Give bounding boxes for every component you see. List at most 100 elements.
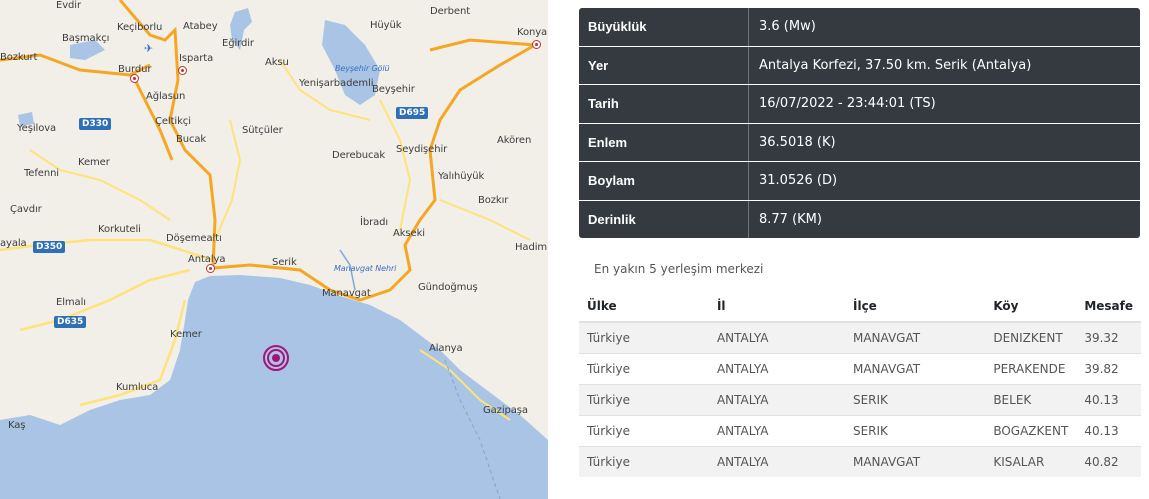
road-shield: D350 [33, 241, 66, 253]
cell-province: ANTALYA [708, 446, 845, 477]
table-row: Türkiye ANTALYA MANAVGAT DENIZKENT 39.32 [579, 321, 1141, 354]
info-row-depth: Derinlik 8.77 (KM) [579, 200, 1140, 238]
map-label: Gündoğmuş [418, 282, 478, 293]
map-canvas [0, 0, 548, 499]
cell-district: MANAVGAT [844, 446, 986, 477]
cell-country: Türkiye [579, 446, 709, 477]
map-label: Sütçüler [242, 125, 283, 136]
map-label: Konya [517, 27, 548, 38]
map-label: Seydişehir [396, 144, 448, 155]
map-label: Hadim [515, 242, 548, 253]
cell-province: ANTALYA [708, 321, 845, 354]
table-header-row: Ülke İl İlçe Köy Mesafe [579, 290, 1141, 323]
info-row-magnitude: Büyüklük 3.6 (Mw) [579, 8, 1140, 47]
map-label: Akören [497, 135, 532, 146]
info-value: 3.6 (Mw) [759, 19, 816, 35]
cell-district: MANAVGAT [844, 321, 986, 354]
map-label: Atabey [183, 21, 218, 32]
info-key: Büyüklük [579, 8, 749, 46]
column-header-district: İlçe [844, 290, 986, 323]
info-value: 16/07/2022 - 23:44:01 (TS) [759, 96, 936, 112]
cell-province: ANTALYA [708, 353, 845, 385]
cell-country: Türkiye [579, 353, 709, 385]
map-label: Beyşehir Gölü [335, 64, 390, 73]
map-label: Antalya [188, 254, 226, 265]
cell-distance: 40.82 [1076, 446, 1141, 477]
info-key: Enlem [579, 123, 749, 161]
info-row-location: Yer Antalya Korfezi, 37.50 km. Serik (An… [579, 46, 1140, 85]
map-label: Aksu [265, 57, 289, 68]
city-marker-icon [532, 40, 541, 49]
map-label: Ağlasun [146, 91, 186, 102]
map-label: Akseki [393, 228, 425, 239]
info-row-longitude: Boylam 31.0526 (D) [579, 162, 1140, 201]
epicenter-marker [263, 345, 289, 371]
cell-district: SERIK [844, 415, 986, 447]
info-row-date: Tarih 16/07/2022 - 23:44:01 (TS) [579, 85, 1140, 124]
map-label: Hüyük [370, 20, 402, 31]
cell-province: ANTALYA [708, 415, 845, 447]
nearest-settlements-title: En yakın 5 yerleşim merkezi [594, 262, 764, 276]
road-9 [439, 199, 531, 241]
cell-village: KISALAR [985, 446, 1077, 477]
road-4 [214, 119, 242, 241]
column-header-distance: Mesafe [1076, 290, 1141, 323]
map-label: Elmalı [56, 297, 86, 308]
map-label: Kaş [8, 420, 26, 431]
map-label: Korkuteli [98, 224, 141, 235]
city-marker-icon [130, 74, 139, 83]
map-label: Yeşilova [17, 123, 57, 134]
column-header-province: İl [708, 290, 845, 323]
road-shield: D635 [54, 316, 87, 328]
table-row: Türkiye ANTALYA SERIK BOGAZKENT 40.13 [579, 415, 1141, 447]
earthquake-map[interactable]: Evdir Keçiborlu Atabey Hüyük Derbent Kon… [0, 0, 548, 499]
info-key: Tarih [579, 85, 749, 123]
map-label: Eğirdir [222, 38, 254, 49]
map-label: Manavgat Nehri [334, 264, 397, 273]
cell-village: DENIZKENT [985, 321, 1077, 354]
map-label: Kemer [78, 157, 110, 168]
road-2 [19, 268, 191, 332]
column-header-village: Köy [985, 290, 1077, 323]
column-header-country: Ülke [579, 290, 709, 323]
info-key: Boylam [579, 162, 749, 200]
map-label: Kumluca [116, 382, 159, 393]
cell-distance: 39.32 [1076, 321, 1141, 354]
cell-country: Türkiye [579, 415, 709, 447]
map-label: ayala [0, 238, 27, 249]
cell-country: Türkiye [579, 321, 709, 354]
map-label: Çavdır [10, 204, 42, 215]
cell-province: ANTALYA [708, 384, 845, 416]
map-label: Başmakçı [62, 33, 110, 44]
cell-distance: 40.13 [1076, 384, 1141, 416]
earthquake-info-table: Büyüklük 3.6 (Mw) Yer Antalya Korfezi, 3… [579, 8, 1140, 238]
map-label: Beyşehir [372, 84, 415, 95]
city-marker-icon [178, 66, 187, 75]
table-row: Türkiye ANTALYA MANAVGAT PERAKENDE 39.82 [579, 353, 1141, 385]
map-label: Döşemealtı [166, 233, 222, 244]
map-label: Tefenni [24, 168, 59, 179]
table-row: Türkiye ANTALYA SERIK BELEK 40.13 [579, 384, 1141, 416]
map-label: Isparta [179, 53, 214, 64]
cell-country: Türkiye [579, 384, 709, 416]
map-label: Manavgat [322, 288, 371, 299]
map-label: Kemer [170, 329, 202, 340]
map-label: Gazipaşa [483, 405, 528, 416]
cell-district: SERIK [844, 384, 986, 416]
cell-distance: 40.13 [1076, 415, 1141, 447]
info-row-latitude: Enlem 36.5018 (K) [579, 123, 1140, 162]
map-label: Keçiborlu [117, 22, 163, 33]
cell-distance: 39.82 [1076, 353, 1141, 385]
nearest-settlements-table: Ülke İl İlçe Köy Mesafe Türkiye ANTALYA … [579, 290, 1141, 477]
airport-icon: ✈ [144, 42, 154, 55]
info-key: Yer [579, 46, 749, 84]
motorway-5 [429, 38, 536, 52]
city-marker-icon [206, 264, 215, 273]
info-value: 31.0526 (D) [759, 173, 838, 189]
map-label: Çeltikçi [155, 116, 191, 127]
road-shield: D330 [79, 118, 112, 130]
info-key: Derinlik [579, 200, 749, 238]
road-5 [379, 99, 412, 231]
map-label: Alanya [429, 343, 463, 354]
map-label: Derebucak [332, 150, 386, 161]
